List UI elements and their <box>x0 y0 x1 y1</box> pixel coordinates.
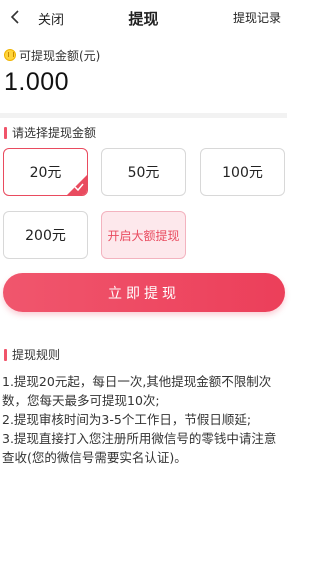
section-accent-bar <box>4 126 7 139</box>
rules-list: 1.提现20元起，每日一次,其他提现金额不限制次数，您每天最多可提现10次; 2… <box>2 372 285 467</box>
amount-option-label: 50元 <box>127 165 160 181</box>
rule-item: 3.提现直接打入您注册所用微信号的零钱中请注意查收(您的微信号需要实名认证)。 <box>2 431 277 465</box>
coin-icon <box>4 49 16 61</box>
balance-value: 1.000 <box>4 68 70 96</box>
withdraw-now-button[interactable]: 立即提现 <box>3 273 285 312</box>
section-accent-bar <box>4 348 7 361</box>
amount-option-100[interactable]: 100元 <box>200 148 285 196</box>
amount-option-200[interactable]: 200元 <box>3 211 88 259</box>
balance-label: 可提现金额(元) <box>19 48 101 63</box>
check-icon <box>74 183 84 192</box>
rule-item: 2.提现审核时间为3-5个工作日，节假日顺延; <box>2 412 252 427</box>
withdraw-now-label: 立即提现 <box>108 285 180 302</box>
enable-large-withdrawal-button[interactable]: 开启大额提现 <box>101 211 186 259</box>
large-withdrawal-label: 开启大额提现 <box>107 228 180 243</box>
top-navigation-bar: 关闭 提现 提现记录 <box>0 0 287 34</box>
rule-item: 1.提现20元起，每日一次,其他提现金额不限制次数，您每天最多可提现10次; <box>2 374 272 408</box>
balance-label-row: 可提现金额(元) <box>4 47 100 63</box>
amount-option-50[interactable]: 50元 <box>101 148 186 196</box>
rules-section-title: 提现规则 <box>12 348 61 362</box>
amount-option-label: 20元 <box>29 165 62 181</box>
withdraw-record-link[interactable]: 提现记录 <box>233 9 281 26</box>
amount-option-20[interactable]: 20元 <box>3 148 88 196</box>
amount-option-label: 200元 <box>25 228 66 244</box>
amount-option-label: 100元 <box>222 165 263 181</box>
amount-section-header: 请选择提现金额 <box>4 124 96 141</box>
amount-section-title: 请选择提现金额 <box>12 126 97 140</box>
rules-section-header: 提现规则 <box>4 346 60 363</box>
section-divider <box>0 113 287 118</box>
